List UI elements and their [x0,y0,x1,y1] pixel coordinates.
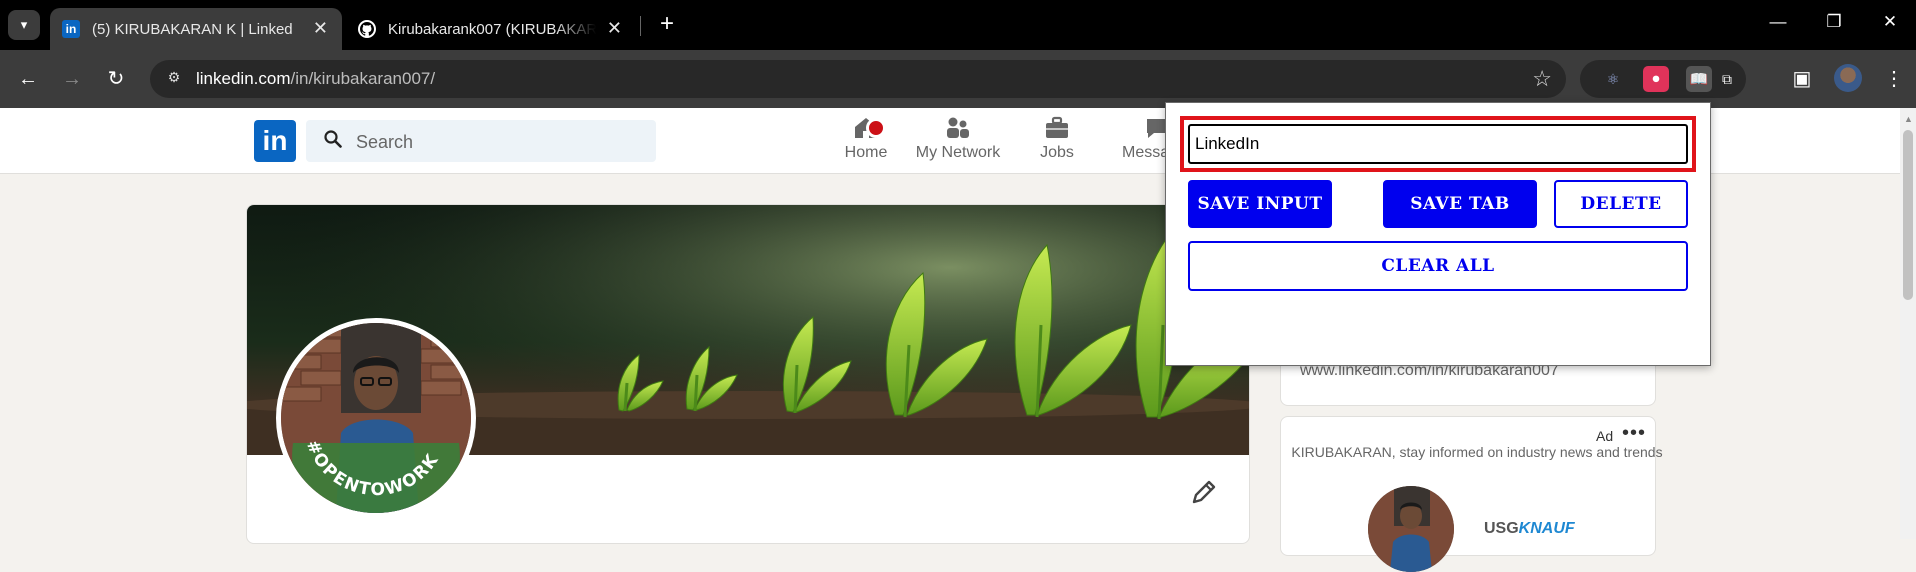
forward-arrow-icon[interactable]: → [58,66,86,94]
extension-popup: SAVE INPUT SAVE TAB DELETE CLEAR ALL [1165,102,1711,366]
new-tab-button[interactable]: + [652,10,682,40]
nav-home[interactable]: Home [836,116,896,162]
linkedin-search[interactable]: Search [306,120,656,162]
tab-linkedin[interactable]: in (5) KIRUBAKARAN K | LinkedIn ✕ [50,8,342,50]
jobs-icon [1044,116,1070,140]
search-icon [324,130,342,153]
notification-badge [866,118,886,138]
tab-title: (5) KIRUBAKARAN K | LinkedIn [92,20,292,38]
tab-github[interactable]: Kirubakarank007 (KIRUBAKARAN K) ✕ [346,8,636,50]
extensions-puzzle-icon[interactable]: ⧉ [1714,66,1740,92]
ad-profile-photo [1368,486,1454,572]
delete-button[interactable]: DELETE [1554,180,1688,228]
search-placeholder: Search [356,132,414,152]
ad-text: KIRUBAKARAN, stay informed on industry n… [1291,444,1663,460]
more-options-icon[interactable]: ••• [1622,422,1646,445]
edit-pencil-icon[interactable] [1190,478,1218,513]
side-panel-icon[interactable]: ▣ [1788,66,1816,91]
tab-title: Kirubakarank007 (KIRUBAKARAN K) [388,20,596,38]
restore-icon[interactable]: ❐ [1814,12,1854,32]
nav-label: Jobs [1040,144,1074,161]
usg-knauf-logo: USGKNAUF [1484,520,1575,537]
browser-tab-strip: ▾ in (5) KIRUBAKARAN K | LinkedIn ✕ Kiru… [0,0,1916,50]
back-arrow-icon[interactable]: ← [14,66,42,94]
minimize-icon[interactable]: — [1758,12,1798,32]
save-input-button[interactable]: SAVE INPUT [1188,180,1332,228]
nav-my-network[interactable]: My Network [912,116,1004,162]
browser-menu-icon[interactable]: ⋮ [1880,66,1908,91]
address-url[interactable]: linkedin.com/in/kirubakaran007/ [196,69,435,89]
extensions-area: ⚛ ⏺ 📖 ⧉ [1580,60,1746,98]
nav-label: My Network [915,144,1001,161]
linkedin-logo[interactable]: in [254,120,296,162]
ad-label: Ad [1596,428,1614,444]
nav-label: Home [844,144,888,161]
linkedin-favicon: in [62,20,80,38]
nav-jobs[interactable]: Jobs [1034,116,1080,162]
network-icon [945,116,971,140]
input-highlight-frame [1180,116,1696,172]
address-bar[interactable]: ⚙ linkedin.com/in/kirubakaran007/ ☆ [150,60,1566,98]
scroll-up-icon[interactable]: ▲ [1904,114,1913,124]
react-devtools-icon[interactable]: ⚛ [1600,66,1626,92]
page-scrollbar[interactable]: ▲ [1900,108,1916,539]
record-extension-icon[interactable]: ⏺ [1643,66,1669,92]
tab-name-input[interactable] [1188,124,1688,164]
github-favicon [358,20,376,38]
reload-icon[interactable]: ↻ [102,66,130,94]
tab-separator [640,16,641,36]
scrollbar-thumb[interactable] [1903,130,1913,300]
profile-avatar[interactable] [1834,64,1862,92]
clear-all-button[interactable]: CLEAR ALL [1188,241,1688,291]
nav-messaging[interactable]: Messa [1122,116,1168,162]
bookmark-star-icon[interactable]: ☆ [1532,66,1552,92]
save-tab-button[interactable]: SAVE TAB [1383,180,1537,228]
tab-close-icon[interactable]: ✕ [607,18,622,39]
tab-close-icon[interactable]: ✕ [313,18,328,39]
tab-search-button[interactable]: ▾ [8,10,40,40]
close-window-icon[interactable]: ✕ [1870,12,1910,32]
profile-photo[interactable]: #OPENTOWORK [276,318,476,518]
notes-extension-icon[interactable]: 📖 [1686,66,1712,92]
browser-toolbar: ← → ↻ ⚙ linkedin.com/in/kirubakaran007/ … [0,50,1916,108]
site-info-icon[interactable]: ⚙ [164,69,184,89]
nav-label: Messa [1122,144,1168,161]
